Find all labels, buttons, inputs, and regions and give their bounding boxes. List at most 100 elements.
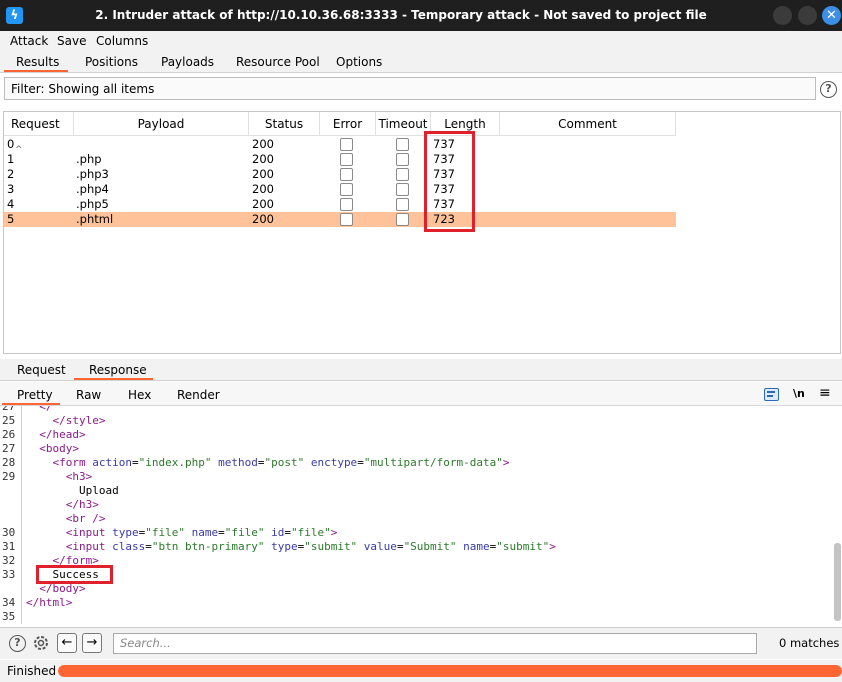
previous-match-button[interactable]: ← <box>57 633 77 653</box>
cell-payload[interactable]: .php <box>76 152 102 167</box>
main-tabs: Results Positions Payloads Resource Pool… <box>0 51 842 73</box>
code-line: <input type="file" name="file" id="file"… <box>26 526 338 539</box>
error-checkbox <box>340 183 353 196</box>
line-number: 31 <box>2 540 16 553</box>
line-number: 28 <box>2 456 16 469</box>
code-line: Upload <box>26 484 119 497</box>
arrow-left-icon: ← <box>61 635 73 650</box>
cell-status[interactable]: 200 <box>252 197 274 212</box>
menu-columns[interactable]: Columns <box>96 34 148 48</box>
tab-pretty[interactable]: Pretty <box>17 388 53 402</box>
tab-options[interactable]: Options <box>336 55 382 69</box>
error-checkbox <box>340 213 353 226</box>
cell-request[interactable]: 3 <box>7 182 14 197</box>
progress-fill <box>58 665 842 677</box>
cell-payload[interactable]: .phtml <box>76 212 113 227</box>
column-header-status[interactable]: Status <box>249 112 320 136</box>
tab-positions[interactable]: Positions <box>85 55 138 69</box>
arrow-right-icon: → <box>86 635 98 650</box>
tab-response[interactable]: Response <box>89 363 147 377</box>
minimize-button[interactable] <box>773 6 792 25</box>
error-checkbox <box>340 198 353 211</box>
response-code-view[interactable]: 27 25 26 27 28 29 30 31 32 33 34 35 </ </style> </h… <box>0 406 842 624</box>
cell-status[interactable]: 200 <box>252 137 274 152</box>
code-line: </html> <box>26 596 73 609</box>
error-checkbox <box>340 168 353 181</box>
view-tabs: Pretty Raw Hex Render \n ≡ <box>0 382 842 406</box>
tab-hex[interactable]: Hex <box>128 388 151 402</box>
cell-status[interactable]: 200 <box>252 167 274 182</box>
timeout-checkbox <box>396 168 409 181</box>
cell-request[interactable]: 1 <box>7 152 14 167</box>
cell-request[interactable]: 2 <box>7 167 14 182</box>
timeout-checkbox <box>396 213 409 226</box>
cell-payload[interactable]: .php3 <box>76 167 109 182</box>
tab-render[interactable]: Render <box>177 388 220 402</box>
tab-results[interactable]: Results <box>16 55 59 69</box>
code-line: </style> <box>26 414 106 427</box>
error-checkbox <box>340 138 353 151</box>
gear-icon[interactable] <box>32 634 50 652</box>
code-line: <body> <box>26 442 79 455</box>
search-bar: ? ← → Search... 0 matches <box>0 627 842 659</box>
code-line: </h3> <box>26 498 99 511</box>
search-help-icon[interactable]: ? <box>9 635 26 652</box>
column-header-error[interactable]: Error <box>320 112 376 136</box>
code-line: <h3> <box>26 470 93 483</box>
menu-icon[interactable]: ≡ <box>819 385 831 401</box>
active-tab-indicator <box>4 70 68 72</box>
next-match-button[interactable]: → <box>82 633 102 653</box>
column-header-timeout[interactable]: Timeout <box>376 112 431 136</box>
error-checkbox <box>340 153 353 166</box>
close-icon: ✕ <box>826 8 837 23</box>
newline-toggle[interactable]: \n <box>793 387 805 400</box>
menu-attack[interactable]: Attack <box>10 34 48 48</box>
column-header-payload[interactable]: Payload <box>74 112 249 136</box>
close-button[interactable]: ✕ <box>822 6 841 25</box>
match-count: 0 matches <box>779 636 840 650</box>
cell-request[interactable]: 4 <box>7 197 14 212</box>
maximize-button[interactable] <box>798 6 817 25</box>
line-number: 35 <box>2 610 16 623</box>
active-view-tab-indicator <box>2 403 60 405</box>
window-title: 2. Intruder attack of http://10.10.36.68… <box>95 8 707 22</box>
help-icon[interactable]: ? <box>820 81 837 98</box>
length-highlight-box <box>424 131 475 232</box>
line-number: 27 <box>2 406 16 413</box>
timeout-checkbox <box>396 153 409 166</box>
tab-payloads[interactable]: Payloads <box>161 55 214 69</box>
request-response-tabs: Request Response <box>0 359 842 381</box>
tab-resource-pool[interactable]: Resource Pool <box>236 55 320 69</box>
line-number: 34 <box>2 596 16 609</box>
line-number: 30 <box>2 526 16 539</box>
menu-save[interactable]: Save <box>57 34 86 48</box>
cell-status[interactable]: 200 <box>252 212 274 227</box>
cell-status[interactable]: 200 <box>252 182 274 197</box>
cell-payload[interactable]: .php4 <box>76 182 109 197</box>
column-header-comment[interactable]: Comment <box>500 112 676 136</box>
code-line: </ <box>26 406 53 413</box>
code-line: <br /> <box>26 512 106 525</box>
line-number: 32 <box>2 554 16 567</box>
code-line: <form action="index.php" method="post" e… <box>26 456 510 469</box>
cell-status[interactable]: 200 <box>252 152 274 167</box>
word-wrap-icon[interactable] <box>764 388 779 401</box>
line-number: 25 <box>2 414 16 427</box>
menu-bar: Attack Save Columns <box>0 31 842 51</box>
filter-bar[interactable]: Filter: Showing all items <box>4 77 816 100</box>
status-text: Finished <box>7 664 57 678</box>
code-line: <input class="btn btn-primary" type="sub… <box>26 540 556 553</box>
line-number-gutter: 27 25 26 27 28 29 30 31 32 33 34 35 <box>0 406 22 624</box>
search-input[interactable]: Search... <box>113 633 757 654</box>
line-number: 29 <box>2 470 16 483</box>
results-table: Request ^ Payload Status Error Timeout L… <box>3 111 841 354</box>
cell-request[interactable]: 0 <box>7 137 14 152</box>
vertical-scrollbar[interactable] <box>834 543 841 621</box>
status-bar: Finished <box>0 660 842 682</box>
column-header-request[interactable]: Request ^ <box>4 112 74 155</box>
cell-payload[interactable]: .php5 <box>76 197 109 212</box>
tab-raw[interactable]: Raw <box>76 388 101 402</box>
timeout-checkbox <box>396 183 409 196</box>
cell-request[interactable]: 5 <box>7 212 14 227</box>
tab-request[interactable]: Request <box>17 363 66 377</box>
